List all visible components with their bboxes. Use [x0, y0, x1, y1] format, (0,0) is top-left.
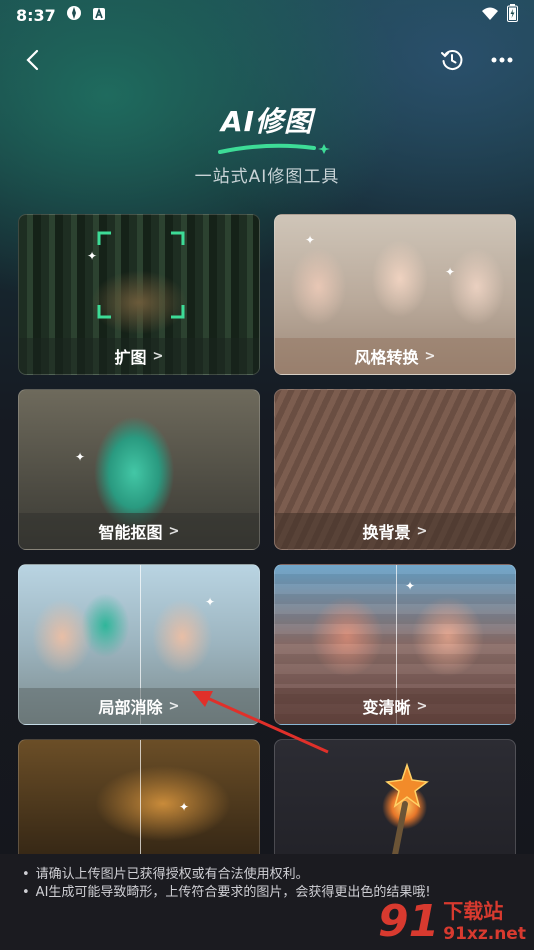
tool-card-label: 局部消除 > [19, 688, 259, 724]
bullet: • [22, 885, 30, 900]
chevron-right-icon: > [152, 348, 164, 364]
brand-block: AI修图 一站式AI修图工具 [0, 100, 534, 187]
status-time: 8:37 [16, 5, 56, 25]
page-title: AI修图 [220, 105, 314, 138]
watermark-cn: 下载站 [443, 899, 504, 923]
tool-card-label: 变清晰 > [275, 688, 515, 724]
sparkle-icon: ✦ [87, 249, 98, 263]
tool-card-label: 智能抠图 > [19, 513, 259, 549]
more-button[interactable] [484, 42, 520, 78]
sparkle-icon: ✦ [205, 595, 216, 609]
tool-label-change-background: 换背景 [362, 523, 411, 542]
sparkle-icon: ✦ [179, 800, 190, 814]
chevron-right-icon: > [168, 523, 180, 539]
watermark-url: 91xz.net [443, 924, 526, 944]
sparkle-icon: ✦ [75, 450, 86, 464]
history-button[interactable] [434, 42, 470, 78]
watermark-number: 91 [378, 896, 440, 947]
tool-card-label: 风格转换 > [275, 338, 515, 374]
chevron-right-icon: > [168, 698, 180, 714]
tool-card-local-erase[interactable]: ✦ 局部消除 > [18, 564, 260, 725]
site-watermark: 91 下载站 91xz.net [378, 874, 528, 944]
app-header [0, 38, 534, 82]
page-subtitle: 一站式AI修图工具 [194, 167, 340, 187]
tool-card-label: 换背景 > [275, 513, 515, 549]
title-swoosh-icon [218, 143, 330, 154]
chevron-right-icon: > [416, 523, 428, 539]
tool-card-sharpen[interactable]: ✦ 变清晰 > [274, 564, 516, 725]
frame-corners-icon [97, 231, 185, 319]
bullet: • [22, 867, 30, 882]
notification-a-icon [92, 6, 106, 25]
tool-card-change-background[interactable]: 换背景 > [274, 389, 516, 550]
tool-grid: ✦ 扩图 > ✦ ✦ 风格转换 > ✦ 智能抠图 > 换背景 > ✦ 局部消除 … [18, 214, 516, 900]
note-text-ai-quality: AI生成可能导致畸形，上传符合要求的图片，会获得更出色的结果哦! [35, 885, 431, 900]
tool-card-cutout[interactable]: ✦ 智能抠图 > [18, 389, 260, 550]
sparkle-icon: ✦ [305, 233, 316, 247]
tool-card-style-transfer[interactable]: ✦ ✦ 风格转换 > [274, 214, 516, 375]
back-button[interactable] [14, 42, 50, 78]
tool-label-expand: 扩图 [114, 348, 147, 367]
note-text-authorization: 请确认上传图片已获得授权或有合法使用权利。 [35, 867, 309, 882]
tool-label-cutout: 智能抠图 [98, 523, 163, 542]
more-dots-icon [491, 57, 513, 63]
tool-label-style-transfer: 风格转换 [354, 348, 419, 367]
app-shortcut-icon [66, 5, 82, 25]
sparkle-icon: ✦ [405, 579, 416, 593]
chevron-right-icon: > [416, 698, 428, 714]
wifi-icon [481, 6, 499, 25]
battery-icon [507, 4, 518, 26]
back-arrow-icon [26, 49, 39, 71]
status-bar: 8:37 [0, 0, 534, 30]
history-icon [441, 50, 463, 70]
tool-label-local-erase: 局部消除 [98, 698, 163, 717]
chevron-right-icon: > [424, 348, 436, 364]
tool-card-expand[interactable]: ✦ 扩图 > [18, 214, 260, 375]
tool-card-label: 扩图 > [19, 338, 259, 374]
sparkle-icon: ✦ [445, 265, 456, 279]
tool-label-sharpen: 变清晰 [362, 698, 411, 717]
